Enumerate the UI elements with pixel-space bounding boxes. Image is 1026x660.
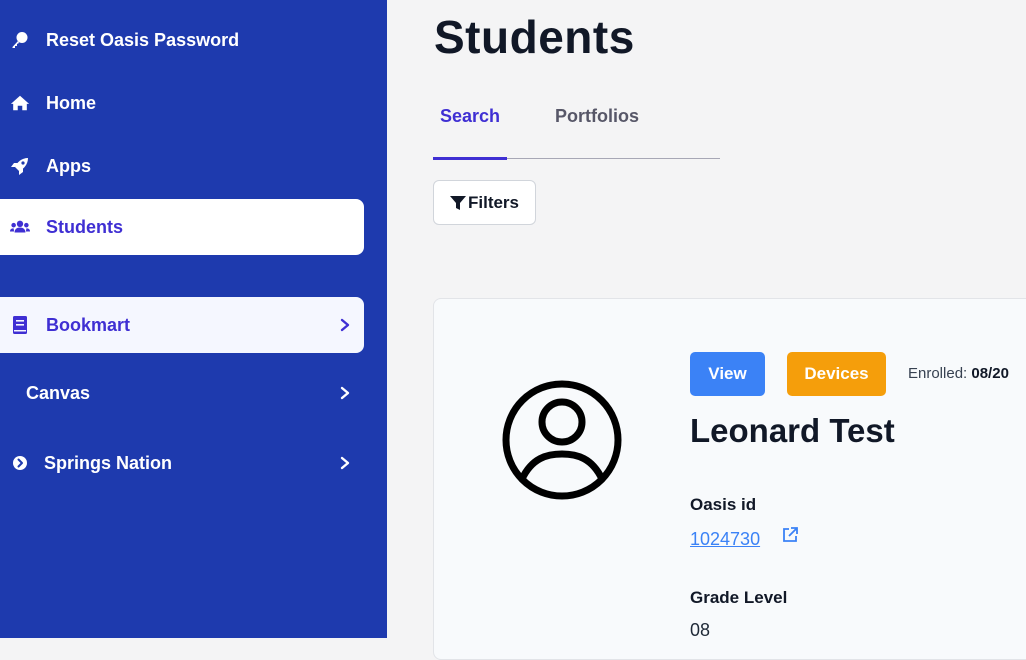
page-title: Students bbox=[434, 11, 635, 63]
sidebar-item-label: Apps bbox=[46, 155, 91, 176]
user-avatar-icon bbox=[502, 380, 622, 500]
external-link-icon[interactable] bbox=[782, 527, 798, 543]
sidebar-item-label: Canvas bbox=[26, 382, 91, 403]
student-name: Leonard Test bbox=[690, 412, 895, 449]
rocket-icon bbox=[10, 156, 30, 176]
sidebar-item-home[interactable]: Home bbox=[0, 75, 364, 131]
tab-search[interactable]: Search bbox=[440, 106, 500, 127]
tab-portfolios[interactable]: Portfolios bbox=[555, 106, 639, 127]
chevron-right-icon bbox=[340, 386, 350, 400]
enrolled-label: Enrolled: bbox=[908, 365, 968, 382]
devices-button-label: Devices bbox=[804, 364, 869, 383]
home-icon bbox=[10, 93, 30, 113]
enrolled-value: 08/20 bbox=[971, 365, 1009, 382]
sidebar-item-students[interactable]: Students bbox=[0, 199, 364, 255]
sidebar: Reset Oasis Password Home Apps Students … bbox=[0, 0, 387, 638]
oasis-id-link[interactable]: 1024730 bbox=[690, 529, 760, 549]
enrolled-date: Enrolled: 08/20 bbox=[908, 365, 1009, 382]
chevron-right-icon bbox=[340, 456, 350, 470]
filter-icon bbox=[449, 195, 466, 210]
book-icon bbox=[10, 315, 30, 335]
sidebar-item-label: Home bbox=[46, 92, 97, 113]
sidebar-item-springs-nation[interactable]: Springs Nation bbox=[0, 435, 364, 491]
sidebar-item-label: Students bbox=[46, 216, 124, 237]
sidebar-item-label: Reset Oasis Password bbox=[46, 29, 240, 50]
sidebar-item-label: Bookmart bbox=[46, 314, 131, 335]
tab-bar: Search Portfolios bbox=[433, 90, 720, 160]
devices-button[interactable]: Devices bbox=[787, 352, 886, 396]
sidebar-item-reset-oasis-password[interactable]: Reset Oasis Password bbox=[0, 12, 364, 68]
active-tab-indicator bbox=[433, 157, 507, 160]
grade-level-label: Grade Level bbox=[690, 588, 788, 607]
arrow-circle-icon bbox=[10, 453, 30, 473]
chevron-right-icon bbox=[340, 318, 350, 332]
sidebar-item-apps[interactable]: Apps bbox=[0, 138, 364, 194]
oasis-id-label: Oasis id bbox=[690, 495, 757, 514]
view-button[interactable]: View bbox=[690, 352, 765, 396]
sidebar-item-bookmart[interactable]: Bookmart bbox=[0, 297, 364, 353]
oasis-id-field: 1024730 bbox=[690, 529, 760, 550]
sidebar-item-canvas[interactable]: Canvas bbox=[0, 365, 364, 421]
filters-button[interactable]: Filters bbox=[433, 180, 536, 225]
view-button-label: View bbox=[708, 364, 747, 383]
sidebar-item-label: Springs Nation bbox=[44, 452, 173, 473]
users-icon bbox=[10, 217, 30, 237]
key-icon bbox=[10, 30, 30, 50]
filters-button-label: Filters bbox=[467, 192, 520, 212]
